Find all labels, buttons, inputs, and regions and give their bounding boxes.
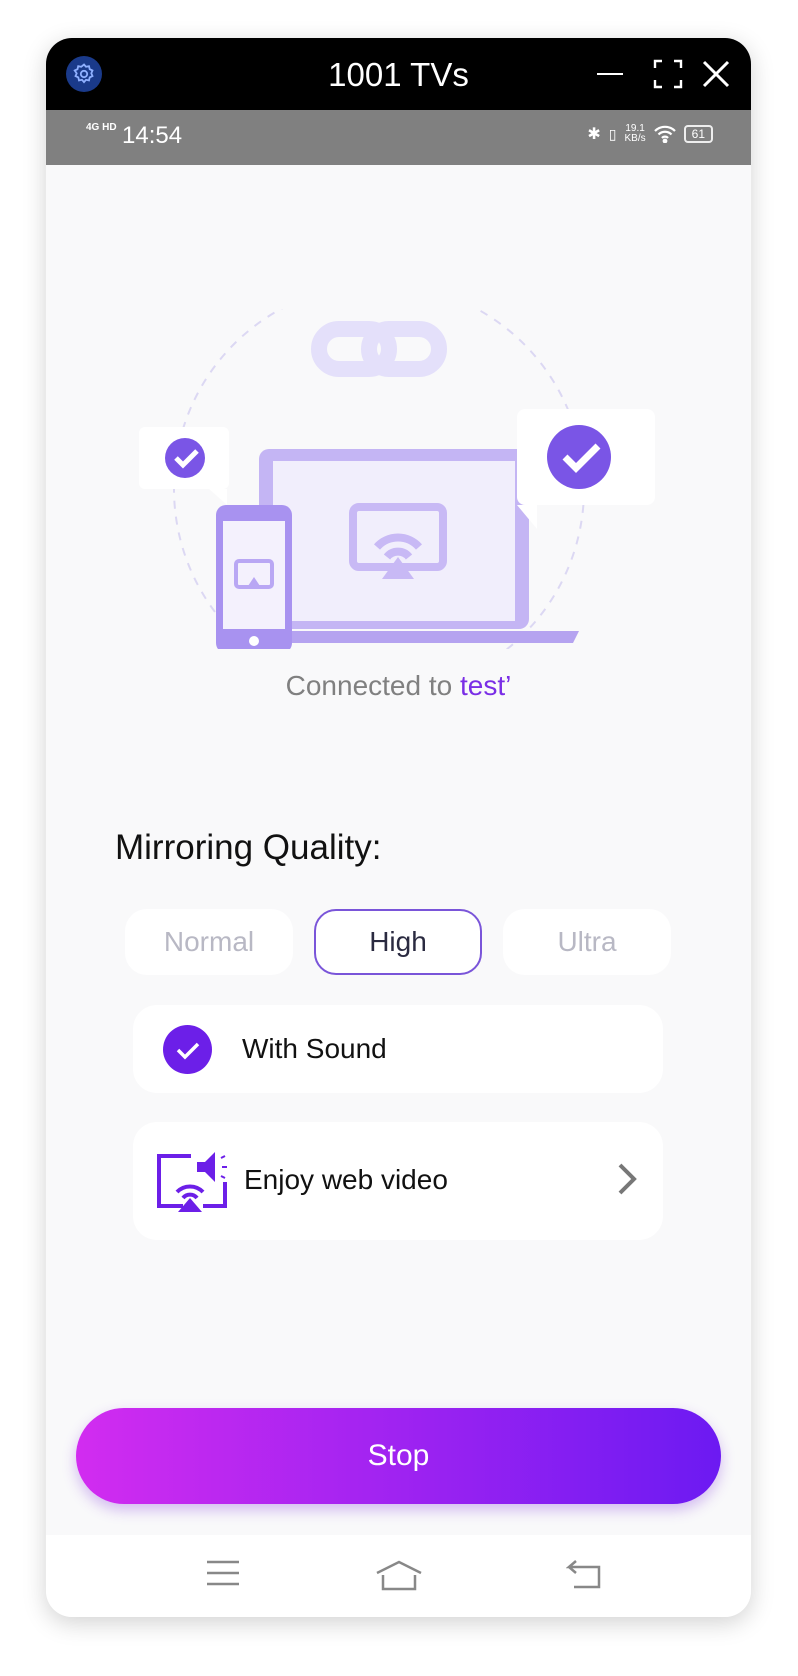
stop-button[interactable]: Stop	[76, 1408, 721, 1504]
quality-high-button[interactable]: High	[314, 909, 482, 975]
quality-label: Mirroring Quality:	[115, 828, 382, 867]
connected-prefix: Connected to	[285, 670, 460, 701]
navigation-bar	[46, 1535, 751, 1617]
check-badge-icon	[547, 425, 611, 489]
bluetooth-icon: ✱	[587, 126, 601, 143]
web-video-row[interactable]: Enjoy web video	[133, 1122, 663, 1240]
fullscreen-icon[interactable]	[652, 58, 684, 90]
status-bar: 4G HD 14:54 ✱ ▯ 19.1 KB/s 61	[46, 110, 751, 165]
checkbox-checked-icon[interactable]	[163, 1025, 212, 1074]
with-sound-label: With Sound	[242, 1033, 387, 1064]
device-name: test’	[459, 670, 512, 701]
web-cast-icon	[157, 1152, 227, 1212]
signal-icon: 4G HD	[86, 122, 117, 133]
app-window: 1001 TVs 4G HD 14:54 ✱ ▯ 19.1 KB/s 61 Con…	[46, 38, 751, 1617]
vibrate-icon: ▯	[608, 125, 617, 142]
clock: 14:54	[122, 122, 183, 149]
close-icon[interactable]	[700, 58, 732, 90]
back-icon[interactable]	[566, 1559, 602, 1589]
battery-icon: 61	[683, 125, 713, 143]
minimize-icon[interactable]	[594, 58, 626, 90]
check-badge-icon	[165, 438, 205, 478]
net-speed-unit: KB/s	[624, 133, 646, 144]
quality-ultra-button[interactable]: Ultra	[503, 909, 671, 975]
with-sound-toggle[interactable]: With Sound	[133, 1005, 663, 1093]
menu-icon[interactable]	[206, 1559, 240, 1587]
connection-status: Connected to test’	[46, 670, 751, 702]
home-icon[interactable]	[375, 1559, 423, 1591]
web-video-label: Enjoy web video	[244, 1164, 448, 1195]
quality-normal-button[interactable]: Normal	[125, 909, 293, 975]
connection-illustration	[139, 309, 655, 649]
title-bar: 1001 TVs	[46, 38, 751, 110]
chevron-right-icon	[618, 1163, 637, 1195]
wifi-icon	[653, 125, 676, 143]
window-title: 1001 TVs	[328, 56, 469, 93]
link-icon	[311, 321, 447, 377]
